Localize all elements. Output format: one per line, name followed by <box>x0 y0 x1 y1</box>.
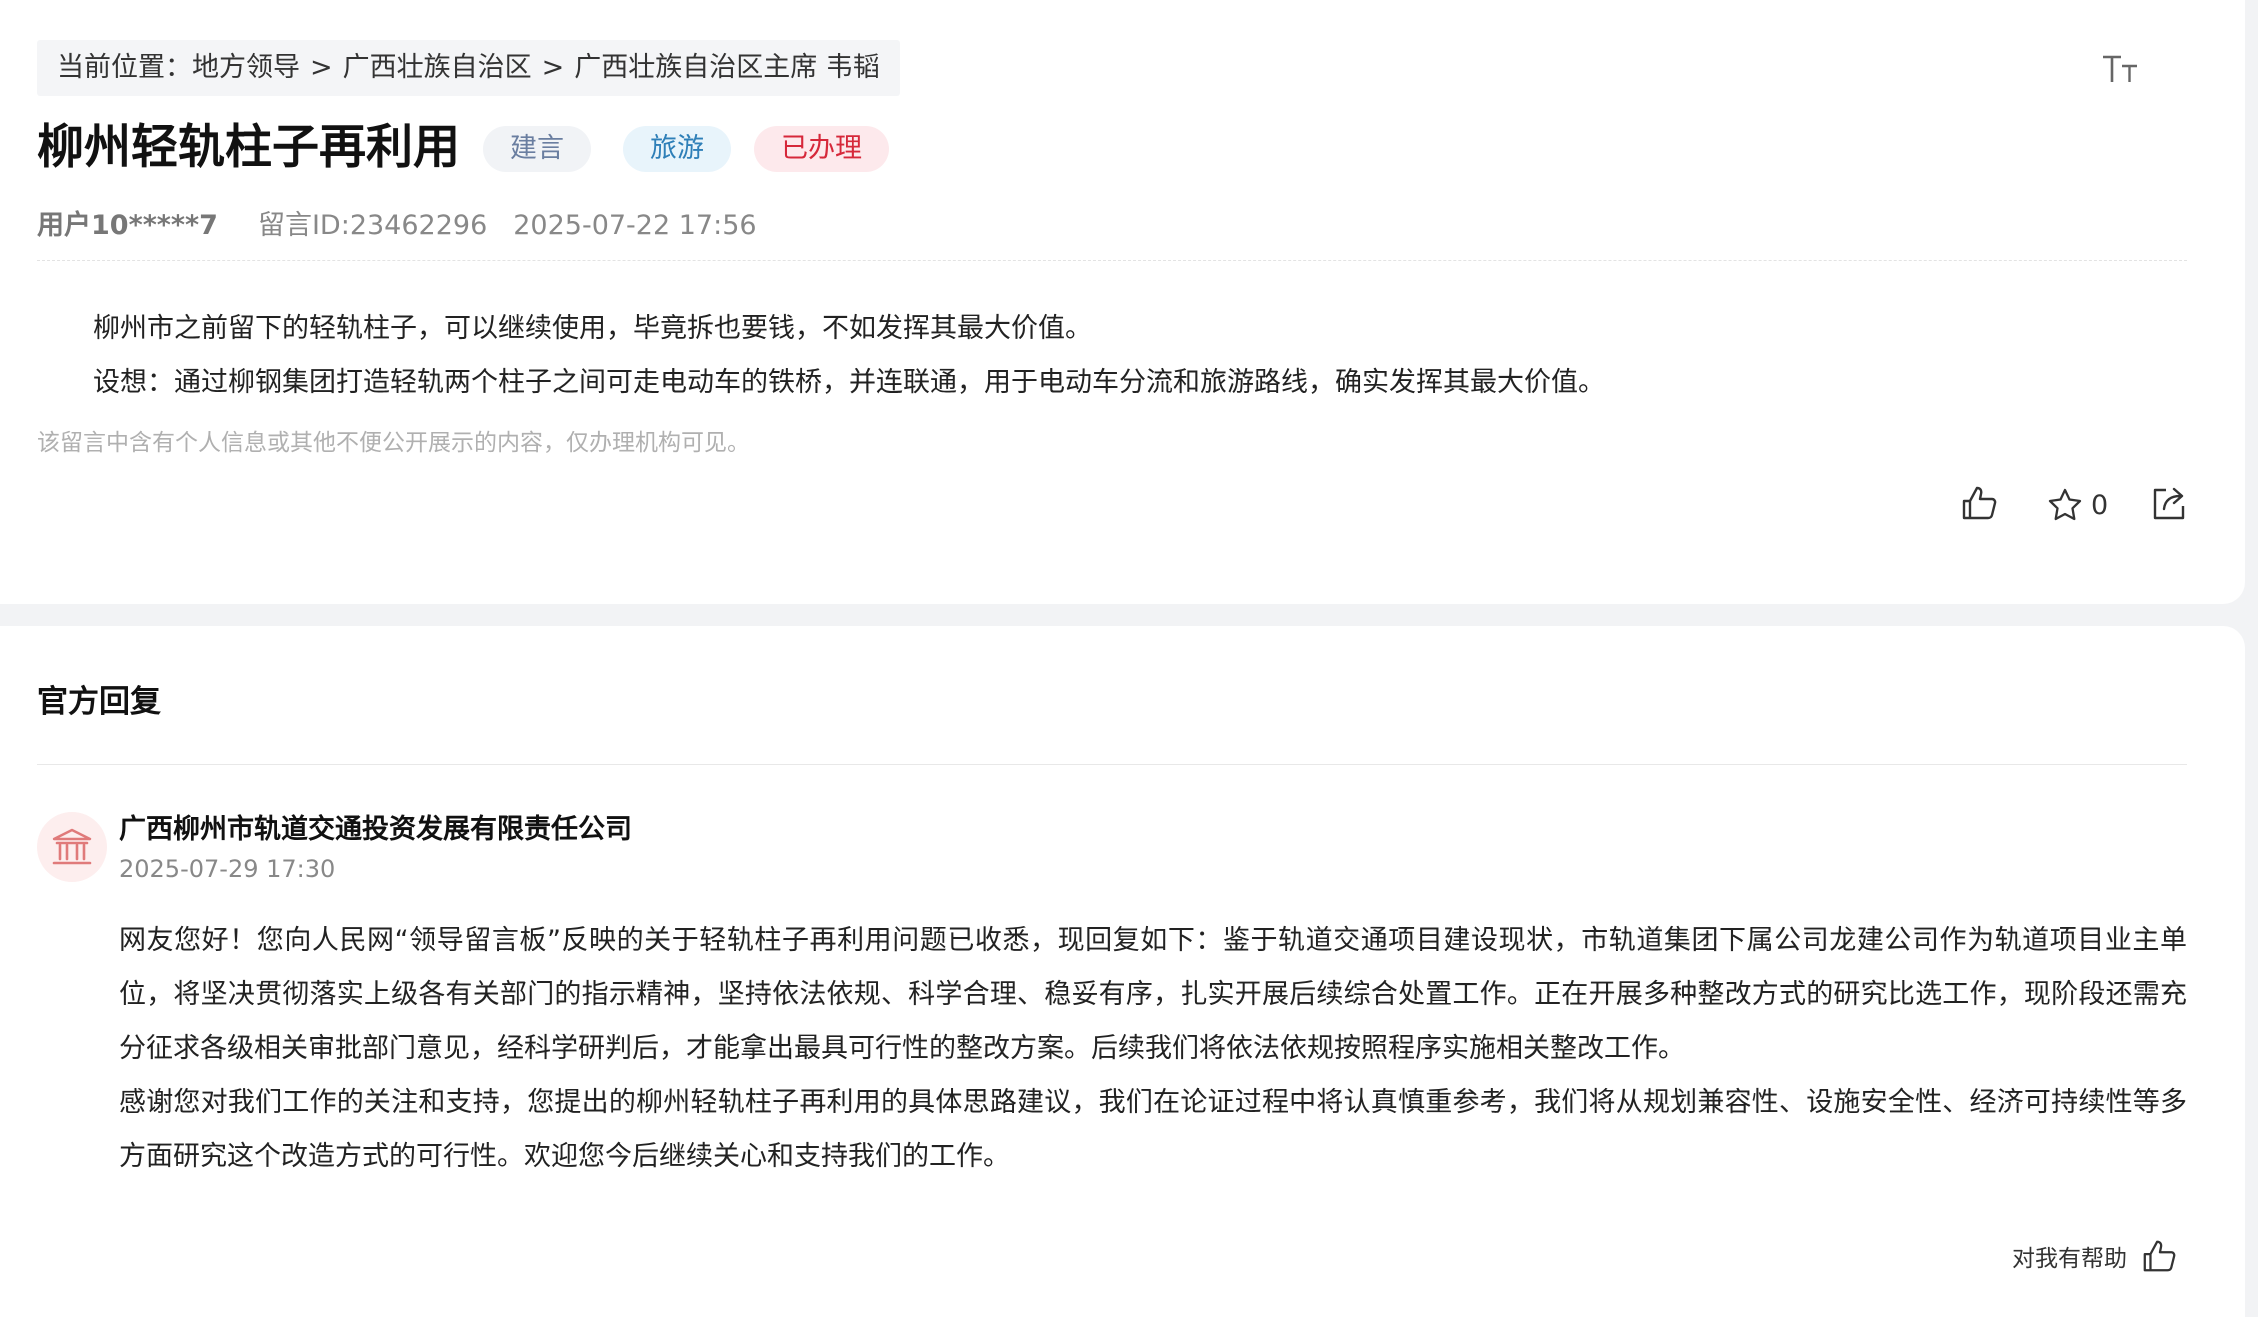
reply-paragraph: 感谢您对我们工作的关注和支持，您提出的柳州轻轨柱子再利用的具体思路建议，我们在论… <box>119 1087 2187 1172</box>
reply-org-name[interactable]: 广西柳州市轨道交通投资发展有限责任公司 <box>119 810 632 850</box>
tag-tourism[interactable]: 旅游 <box>623 126 731 172</box>
thumbs-up-icon <box>2143 1240 2176 1272</box>
section-title-official-reply: 官方回复 <box>37 684 161 720</box>
breadcrumb: 当前位置：地方领导 > 广西壮族自治区 > 广西壮族自治区主席 韦韬 <box>37 40 900 96</box>
privacy-note: 该留言中含有个人信息或其他不便公开展示的内容，仅办理机构可见。 <box>37 430 750 456</box>
status-badge: 已办理 <box>754 126 889 172</box>
share-button[interactable] <box>2150 484 2188 526</box>
post-card: 当前位置：地方领导 > 广西壮族自治区 > 广西壮族自治区主席 韦韬 柳州轻轨柱子再利用… <box>0 0 2245 604</box>
tag-suggestion[interactable]: 建言 <box>483 126 591 172</box>
favorite-count: 0 <box>2091 489 2109 521</box>
meta-divider <box>37 260 2187 261</box>
breadcrumb-item-guangxi[interactable]: 广西壮族自治区 <box>343 40 532 96</box>
post-paragraph: 柳州市之前留下的轻轨柱子，可以继续使用，毕竟拆也要钱，不如发挥其最大价值。 <box>93 313 1092 344</box>
government-building-icon <box>52 828 92 865</box>
breadcrumb-separator: > <box>541 52 565 83</box>
font-size-icon[interactable] <box>2100 52 2140 86</box>
page-title: 柳州轻轨柱子再利用 <box>37 120 460 175</box>
section-divider <box>37 764 2187 765</box>
like-button[interactable] <box>1960 484 1998 526</box>
favorite-button[interactable]: 0 <box>2047 484 2108 526</box>
avatar <box>37 812 107 882</box>
reply-paragraph: 网友您好！您向人民网“领导留言板”反映的关于轻轨柱子再利用问题已收悉，现回复如下… <box>119 925 2187 1064</box>
helpful-label: 对我有帮助 <box>2012 1246 2127 1272</box>
reply-datetime: 2025-07-29 17:30 <box>119 855 336 883</box>
post-content: 柳州市之前留下的轻轨柱子，可以继续使用，毕竟拆也要钱，不如发挥其最大价值。 设想… <box>37 302 2187 410</box>
breadcrumb-separator: > <box>310 52 333 83</box>
breadcrumb-item-chairman[interactable]: 广西壮族自治区主席 韦韬 <box>574 40 880 96</box>
breadcrumb-prefix: 当前位置： <box>57 52 192 83</box>
post-paragraph: 设想：通过柳钢集团打造轻轨两个柱子之间可走电动车的铁桥，并连联通，用于电动车分流… <box>93 367 1605 398</box>
share-icon <box>2153 487 2185 520</box>
post-author: 用户10*****7 <box>37 210 218 241</box>
post-meta: 用户10*****7 留言ID:23462296 2025-07-22 17:56 <box>37 206 757 246</box>
breadcrumb-item-local-leaders[interactable]: 地方领导 <box>192 40 300 96</box>
helpful-button[interactable]: 对我有帮助 <box>2012 1238 2177 1274</box>
star-icon <box>2048 488 2082 521</box>
post-datetime: 2025-07-22 17:56 <box>513 210 757 241</box>
thumbs-up-icon <box>1962 486 1997 520</box>
message-id: 留言ID:23462296 <box>257 210 488 241</box>
reply-content: 网友您好！您向人民网“领导留言板”反映的关于轻轨柱子再利用问题已收悉，现回复如下… <box>119 914 2187 1184</box>
